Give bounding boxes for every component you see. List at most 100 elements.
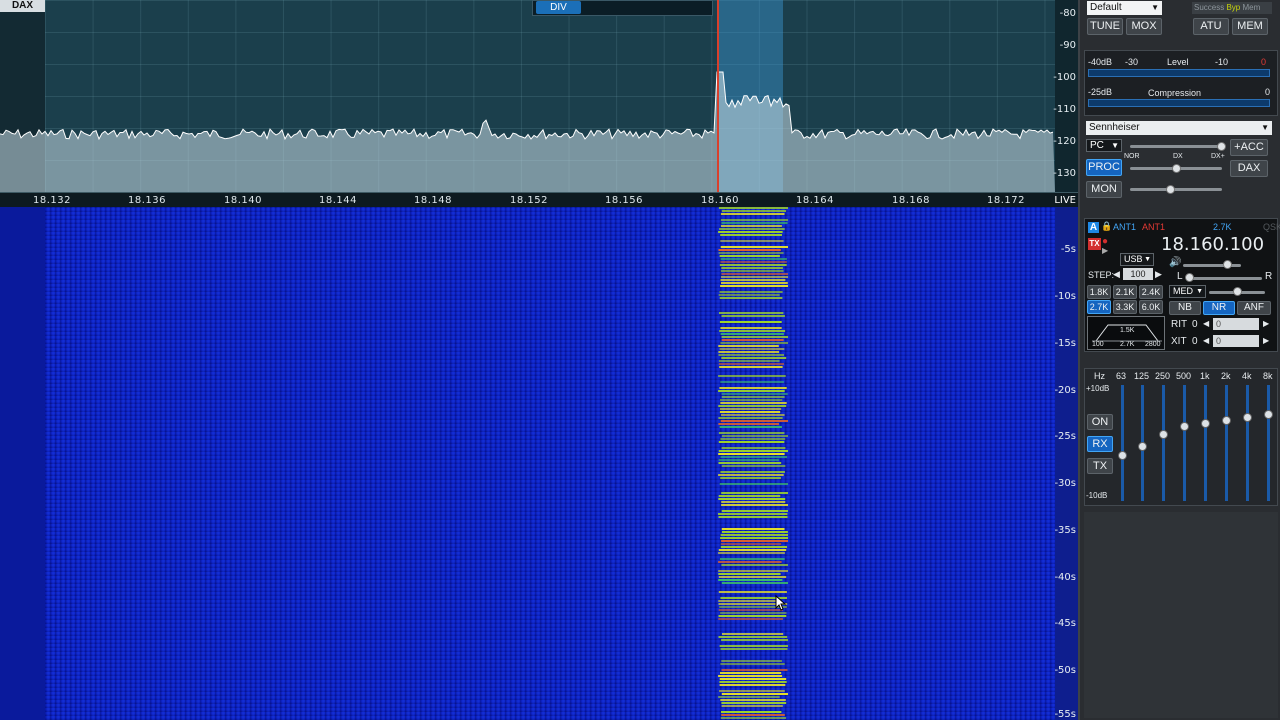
filter-2.1k-button[interactable]: 2.1K: [1113, 285, 1137, 299]
eq-slider-knob[interactable]: [1159, 430, 1168, 440]
acc-button[interactable]: +ACC: [1230, 139, 1268, 156]
filter-6.0k-button[interactable]: 6.0K: [1139, 300, 1163, 314]
play-icon[interactable]: ▶: [1102, 246, 1108, 255]
filter-3.3k-button[interactable]: 3.3K: [1113, 300, 1137, 314]
atu-button[interactable]: ATU: [1193, 18, 1229, 35]
waterfall-signal-streak: [718, 591, 787, 593]
waterfall-signal-streak: [721, 315, 785, 317]
proc-knob[interactable]: [1172, 164, 1181, 173]
eq-slider-knob[interactable]: [1201, 418, 1210, 428]
eq-slider-track[interactable]: [1162, 385, 1165, 501]
slice-letter[interactable]: A: [1088, 222, 1099, 233]
filter-graph[interactable]: 1.5K 100 2.7K 2800: [1087, 316, 1165, 350]
eq-slider-track[interactable]: [1121, 385, 1124, 501]
step-up-icon[interactable]: ▶: [1155, 269, 1162, 280]
mic-level-slider[interactable]: [1130, 145, 1222, 148]
waterfall-signal-streak: [719, 558, 785, 560]
step-value[interactable]: 100: [1123, 268, 1153, 280]
mem-button[interactable]: MEM: [1232, 18, 1268, 35]
eq-slider-track[interactable]: [1225, 385, 1228, 501]
tune-button[interactable]: TUNE: [1087, 18, 1123, 35]
time-label: -20s: [1054, 385, 1076, 396]
anf-button[interactable]: ANF: [1237, 301, 1271, 315]
eq-slider-track[interactable]: [1267, 385, 1270, 501]
eq-slider-track[interactable]: [1204, 385, 1207, 501]
proc-button[interactable]: PROC: [1086, 159, 1122, 176]
nb-button[interactable]: NB: [1169, 301, 1201, 315]
mox-button[interactable]: MOX: [1126, 18, 1162, 35]
waterfall-signal-streak: [720, 546, 788, 548]
tuned-frequency-marker[interactable]: [717, 0, 719, 192]
mon-level-knob[interactable]: [1166, 185, 1175, 194]
dax-tag[interactable]: DAX: [0, 0, 45, 12]
waterfall-signal-streak: [718, 600, 782, 602]
step-down-icon[interactable]: ◀: [1113, 269, 1120, 280]
mic-input-dropdown[interactable]: PC ▼: [1086, 139, 1122, 152]
transmit-profile-dropdown[interactable]: Default ▼: [1087, 1, 1162, 15]
eq-band-label: 63: [1116, 371, 1127, 381]
eq-slider-knob[interactable]: [1264, 410, 1273, 419]
tx-badge[interactable]: TX: [1088, 238, 1101, 250]
waterfall-display[interactable]: [45, 207, 1055, 720]
waterfall-signal-streak: [718, 207, 788, 209]
waterfall-left-strip: [0, 207, 45, 720]
proc-dx-label: DX: [1173, 153, 1183, 160]
filter-2.7k-button[interactable]: 2.7K: [1087, 300, 1111, 314]
eq-slider-knob[interactable]: [1118, 450, 1127, 460]
dax-button[interactable]: DAX: [1230, 160, 1268, 177]
eq-slider-knob[interactable]: [1180, 421, 1189, 431]
waterfall-signal-streak: [720, 258, 787, 260]
rit-label[interactable]: RIT: [1171, 319, 1187, 330]
div-button[interactable]: DIV: [536, 1, 581, 14]
waterfall-signal-streak: [719, 645, 788, 647]
agc-mode-dropdown[interactable]: MED ▼: [1169, 285, 1206, 298]
xit-up-icon[interactable]: ▶: [1263, 336, 1269, 345]
nr-button[interactable]: NR: [1203, 301, 1235, 315]
audio-gain-slider[interactable]: [1183, 264, 1241, 267]
xit-down-icon[interactable]: ◀: [1203, 336, 1209, 345]
eq-slider-knob[interactable]: [1222, 415, 1231, 425]
live-indicator[interactable]: LIVE: [1054, 195, 1076, 206]
waterfall-signal-streak: [719, 348, 785, 350]
speaker-icon[interactable]: 🔊: [1169, 257, 1181, 268]
eq-slider-track[interactable]: [1183, 385, 1186, 501]
atu-status: Success Byp Mem: [1192, 2, 1272, 14]
frequency-axis[interactable]: 18.132 18.136 18.140 18.144 18.148 18.15…: [0, 192, 1078, 207]
rit-offset-input[interactable]: 0: [1213, 318, 1259, 330]
filter-1.8k-button[interactable]: 1.8K: [1087, 285, 1111, 299]
mon-level-slider[interactable]: [1130, 188, 1222, 191]
mode-dropdown[interactable]: USB ▼: [1120, 253, 1154, 266]
rit-up-icon[interactable]: ▶: [1263, 319, 1269, 328]
mic-level-knob[interactable]: [1217, 142, 1226, 151]
waterfall[interactable]: -5s -10s -15s -20s -25s -30s -35s -40s -…: [0, 207, 1078, 720]
mon-button[interactable]: MON: [1086, 181, 1122, 198]
audio-gain-knob[interactable]: [1223, 260, 1232, 269]
rit-down-icon[interactable]: ◀: [1203, 319, 1209, 328]
waterfall-signal-streak: [720, 420, 788, 422]
pan-slider[interactable]: [1186, 277, 1262, 280]
filter-2.4k-button[interactable]: 2.4K: [1139, 285, 1163, 299]
eq-slider-knob[interactable]: [1243, 412, 1252, 422]
eq-slider-track[interactable]: [1246, 385, 1249, 501]
db-scale[interactable]: -80 -90 -100 -110 -120 -130: [1053, 0, 1078, 192]
pan-knob[interactable]: [1185, 273, 1194, 282]
eq-tx-button[interactable]: TX: [1087, 458, 1113, 474]
rx-antenna[interactable]: ANT1: [1113, 222, 1136, 232]
freq-label: 18.164: [796, 195, 834, 206]
waterfall-signal-streak: [720, 399, 783, 401]
panadapter[interactable]: -80 -90 -100 -110 -120 -130 18.132 18.13…: [0, 0, 1078, 207]
waterfall-signal-streak: [721, 540, 788, 542]
tx-antenna[interactable]: ANT1: [1142, 222, 1165, 232]
slice-frequency[interactable]: 18.160.100: [1161, 234, 1264, 255]
xit-offset-input[interactable]: 0: [1213, 335, 1259, 347]
waterfall-signal-streak: [718, 252, 784, 254]
eq-slider-knob[interactable]: [1138, 441, 1147, 451]
mic-profile-dropdown[interactable]: Sennheiser ▼: [1086, 121, 1272, 135]
xit-label[interactable]: XIT: [1171, 336, 1187, 347]
eq-on-button[interactable]: ON: [1087, 414, 1113, 430]
lock-icon[interactable]: 🔒: [1101, 221, 1112, 232]
agc-threshold-knob[interactable]: [1233, 287, 1242, 296]
waterfall-signal-streak: [719, 228, 785, 230]
eq-rx-button[interactable]: RX: [1087, 436, 1113, 452]
bandwidth-readout: 2.7K: [1213, 222, 1232, 232]
